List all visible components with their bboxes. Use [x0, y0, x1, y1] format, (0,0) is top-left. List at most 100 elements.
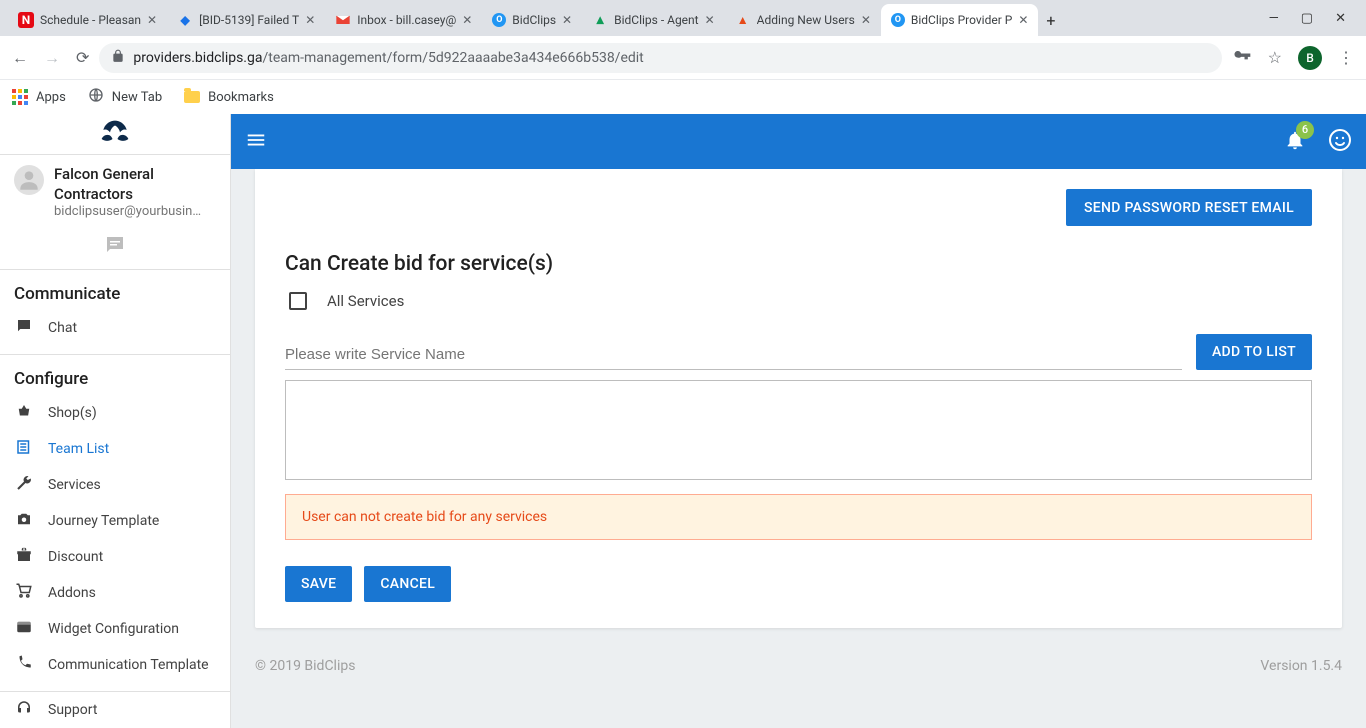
apps-icon — [12, 89, 28, 105]
tab-title: BidClips Provider P — [911, 13, 1012, 27]
sidebar-item-team-list[interactable]: Team List — [0, 431, 230, 467]
gift-icon — [14, 546, 34, 568]
sidebar-item-shops[interactable]: Shop(s) — [0, 395, 230, 431]
forward-button[interactable]: → — [44, 48, 60, 68]
user-menu-icon[interactable] — [1328, 128, 1352, 156]
sidebar-item-label: Communication Template — [48, 657, 209, 673]
sidebar-item-label: Chat — [48, 320, 77, 336]
tab-jira[interactable]: ◆ [BID-5139] Failed T ✕ — [167, 4, 325, 36]
save-button[interactable]: SAVE — [285, 566, 352, 602]
notification-badge: 6 — [1296, 121, 1314, 139]
globe-icon — [88, 87, 104, 107]
tab-bidclips[interactable]: O BidClips ✕ — [482, 4, 582, 36]
minimize-button[interactable]: ― — [1269, 11, 1279, 26]
footer-version: Version 1.5.4 — [1260, 658, 1342, 674]
close-icon[interactable]: ✕ — [305, 13, 315, 27]
close-icon[interactable]: ✕ — [562, 13, 572, 27]
camera-icon — [14, 510, 34, 532]
newtab-shortcut[interactable]: New Tab — [88, 87, 162, 107]
sidebar: Falcon General Contractors bidclipsuser@… — [0, 114, 231, 728]
sidebar-item-chat[interactable]: Chat — [0, 310, 230, 346]
widget-icon — [14, 618, 34, 640]
sidebar-item-label: Journey Template — [48, 513, 159, 529]
tab-gmail[interactable]: Inbox - bill.casey@ ✕ — [325, 4, 482, 36]
phone-icon — [14, 654, 34, 676]
close-icon[interactable]: ✕ — [147, 13, 157, 27]
sidebar-item-label: Team List — [48, 441, 109, 457]
reload-button[interactable]: ⟳ — [76, 48, 89, 67]
bk-label: Bookmarks — [208, 90, 274, 105]
maximize-button[interactable]: ▢ — [1301, 11, 1313, 26]
favicon-bidclips: O — [492, 13, 506, 27]
close-icon[interactable]: ✕ — [1018, 13, 1028, 27]
list-icon — [14, 438, 34, 460]
sidebar-item-journey[interactable]: Journey Template — [0, 503, 230, 539]
service-list-box[interactable] — [285, 380, 1312, 480]
favicon-help: ▲ — [735, 12, 751, 28]
hamburger-icon[interactable] — [245, 129, 267, 155]
sidebar-item-services[interactable]: Services — [0, 467, 230, 503]
back-button[interactable]: ← — [12, 48, 28, 68]
form-card: SEND PASSWORD RESET EMAIL Can Create bid… — [255, 169, 1342, 628]
close-icon[interactable]: ✕ — [861, 13, 871, 27]
tab-title: [BID-5139] Failed T — [199, 13, 299, 27]
footer-copyright: © 2019 BidClips — [255, 658, 355, 674]
bookmarks-folder[interactable]: Bookmarks — [184, 90, 274, 105]
app-shell: Falcon General Contractors bidclipsuser@… — [0, 114, 1366, 728]
sidebar-item-label: Shop(s) — [48, 405, 97, 421]
sidebar-item-label: Support — [48, 702, 97, 718]
kebab-menu-icon[interactable]: ⋮ — [1338, 48, 1354, 67]
sidebar-item-label: Addons — [48, 585, 96, 601]
bookmarks-bar: Apps New Tab Bookmarks — [0, 80, 1366, 114]
close-icon[interactable]: ✕ — [462, 13, 472, 27]
tab-agent[interactable]: ▴ BidClips - Agent ✕ — [582, 4, 725, 36]
window-controls: ― ▢ ✕ — [1251, 11, 1358, 36]
profile-avatar[interactable]: B — [1298, 46, 1322, 70]
bk-label: New Tab — [112, 90, 162, 105]
send-password-reset-button[interactable]: SEND PASSWORD RESET EMAIL — [1066, 189, 1312, 226]
sidebar-item-comm-template[interactable]: Communication Template — [0, 647, 230, 683]
notifications-button[interactable]: 6 — [1284, 129, 1306, 155]
sidebar-item-label: Services — [48, 477, 101, 493]
favicon-gmail — [335, 12, 351, 28]
section-configure: Configure — [0, 355, 230, 395]
sidebar-item-discount[interactable]: Discount — [0, 539, 230, 575]
basket-icon — [14, 402, 34, 424]
tab-title: Inbox - bill.casey@ — [357, 13, 456, 27]
content-scroll[interactable]: SEND PASSWORD RESET EMAIL Can Create bid… — [231, 169, 1366, 728]
lock-icon — [111, 49, 125, 67]
new-tab-button[interactable]: + — [1038, 11, 1063, 36]
sidebar-item-label: Discount — [48, 549, 103, 565]
cancel-button[interactable]: CANCEL — [364, 566, 451, 602]
all-services-checkbox[interactable] — [289, 292, 307, 310]
close-icon[interactable]: ✕ — [705, 13, 715, 27]
key-icon[interactable] — [1232, 46, 1252, 70]
user-block: Falcon General Contractors bidclipsuser@… — [0, 155, 230, 227]
tabs-container: N Schedule - Pleasan ✕ ◆ [BID-5139] Fail… — [8, 0, 1251, 36]
url-input[interactable]: providers.bidclips.ga/team-management/fo… — [99, 43, 1221, 73]
favicon-jira: ◆ — [177, 12, 193, 28]
url-host: providers.bidclips.ga — [133, 50, 262, 66]
main-area: 6 SEND PASSWORD RESET EMAIL Can Create b… — [231, 114, 1366, 728]
address-bar: ← → ⟳ providers.bidclips.ga/team-managem… — [0, 36, 1366, 80]
section-title: Can Create bid for service(s) — [285, 252, 1312, 276]
sidebar-item-widget[interactable]: Widget Configuration — [0, 611, 230, 647]
sidebar-logo[interactable] — [0, 114, 230, 155]
tab-adding-users[interactable]: ▲ Adding New Users ✕ — [725, 4, 881, 36]
sidebar-item-support[interactable]: Support — [0, 692, 230, 728]
tab-title: BidClips - Agent — [614, 13, 699, 27]
page-footer: © 2019 BidClips Version 1.5.4 — [231, 648, 1366, 690]
add-to-list-button[interactable]: ADD TO LIST — [1196, 334, 1312, 370]
tab-schedule[interactable]: N Schedule - Pleasan ✕ — [8, 4, 167, 36]
tab-title: Adding New Users — [757, 13, 855, 27]
apps-shortcut[interactable]: Apps — [12, 89, 66, 105]
favicon-agent: ▴ — [592, 12, 608, 28]
sidebar-message-icon[interactable] — [0, 227, 230, 270]
service-name-input[interactable] — [285, 340, 1182, 370]
sidebar-item-addons[interactable]: Addons — [0, 575, 230, 611]
tab-title: BidClips — [512, 13, 556, 27]
browser-tab-strip: N Schedule - Pleasan ✕ ◆ [BID-5139] Fail… — [0, 0, 1366, 36]
close-button[interactable]: ✕ — [1335, 11, 1346, 26]
tab-provider[interactable]: O BidClips Provider P ✕ — [881, 4, 1039, 36]
star-icon[interactable]: ☆ — [1268, 48, 1282, 67]
